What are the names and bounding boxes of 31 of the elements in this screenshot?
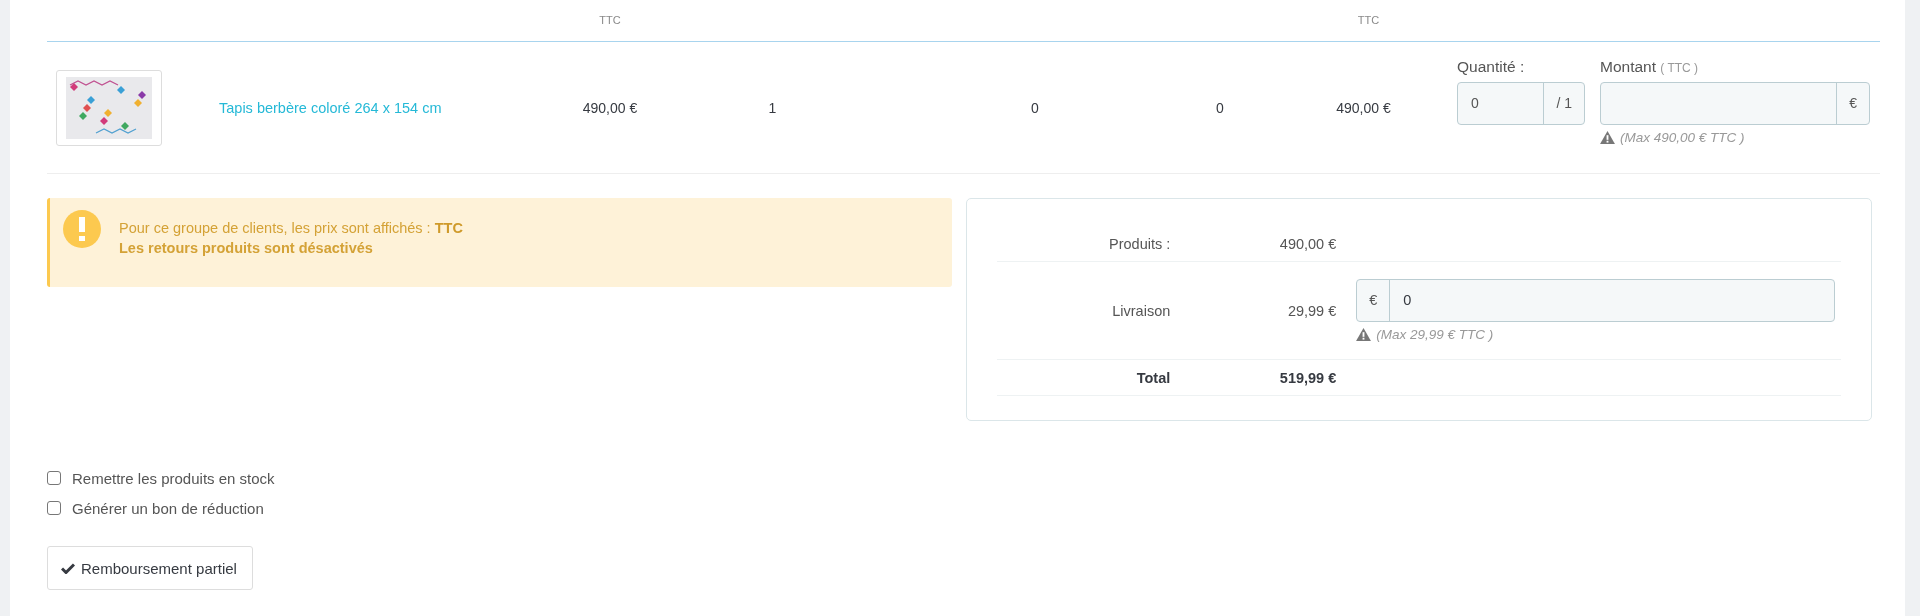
alert-emphasis: Les retours produits sont désactivés — [119, 239, 374, 258]
quantity-field[interactable]: 0 / 1 — [1457, 82, 1585, 125]
summary-label: Produits : — [1108, 235, 1171, 252]
table-cell: 490,00 € — [1336, 99, 1391, 116]
quantity-label: Quantité : — [1457, 58, 1525, 77]
check-icon — [61, 562, 75, 574]
table-cell: 0 — [1216, 99, 1224, 116]
warning-icon — [1356, 328, 1372, 341]
summary-value: 29,99 € — [1286, 302, 1337, 319]
column-note: TTC — [599, 14, 621, 26]
amount-label: Montant ( TTC ) — [1600, 58, 1699, 77]
checkbox-label: Remettre les produits en stock — [72, 469, 275, 487]
max-hint: (Max 490,00 € TTC ) — [1620, 130, 1745, 145]
max-hint: (Max 29,99 € TTC ) — [1376, 327, 1494, 342]
table-cell: 490,00 € — [582, 99, 638, 116]
summary-label: Total — [1135, 369, 1171, 386]
amount-field[interactable]: € — [1600, 82, 1870, 125]
column-note: TTC — [1357, 14, 1380, 26]
table-cell: 1 — [768, 99, 777, 116]
exclamation-icon — [63, 210, 101, 248]
checkbox-label: Générer un bon de réduction — [72, 499, 264, 517]
warning-icon — [1600, 131, 1615, 144]
table-cell: 0 — [1031, 99, 1039, 116]
summary-value: 519,99 € — [1278, 369, 1337, 386]
checkbox[interactable] — [47, 501, 61, 515]
summary-value: 490,00 € — [1278, 235, 1337, 252]
partial-refund-button[interactable]: Remboursement partiel — [47, 546, 253, 590]
checkbox[interactable] — [47, 471, 61, 485]
shipping-field[interactable]: € 0 — [1356, 279, 1835, 322]
alert-message: Pour ce groupe de clients, les prix sont affichés : TTC — [119, 219, 463, 238]
summary-label: Livraison — [1111, 302, 1171, 319]
